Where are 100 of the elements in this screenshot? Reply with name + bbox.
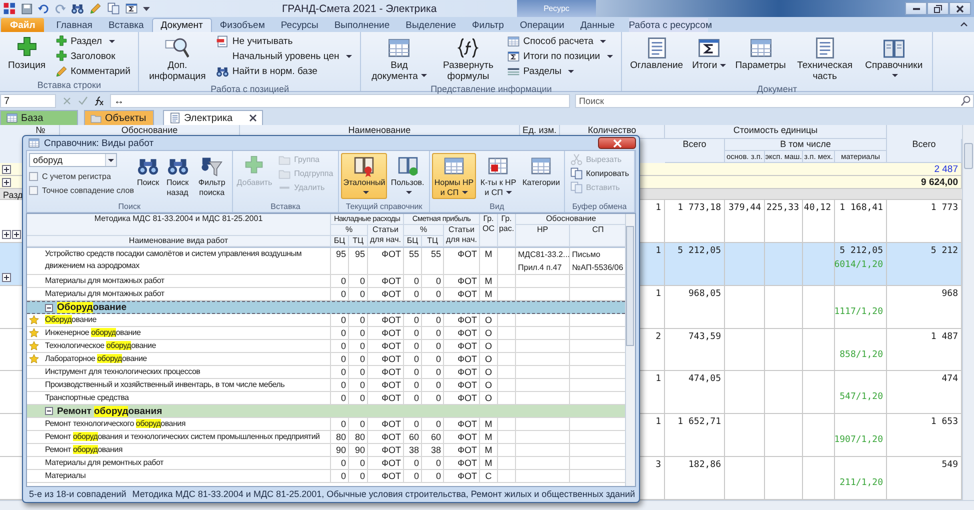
cell-reference-field[interactable]: 7 <box>0 94 56 108</box>
table-cell: 0 <box>360 367 365 377</box>
ribbon-button[interactable]: Вид документа <box>366 34 432 84</box>
table-row[interactable]: Транспортные средства 0 0 ФОТ 0 0 ФОТ О <box>27 392 626 405</box>
ribbon-tab[interactable]: Физобъем <box>212 18 273 32</box>
table-cell: 225,33 <box>766 202 799 214</box>
group-row[interactable]: Оборудование <box>27 301 626 314</box>
table-cell: ФОТ <box>458 354 477 364</box>
ribbon-button[interactable]: Развернуть формулы <box>435 34 502 84</box>
checkbox[interactable] <box>29 172 38 181</box>
restore-button[interactable] <box>927 2 949 15</box>
window-title: ГРАНД-Смета 2021 - Электрика <box>282 2 437 14</box>
ribbon-tab[interactable]: Ресурсы <box>272 18 326 32</box>
ribbon-button[interactable]: Начальный уровень цен <box>213 49 356 63</box>
table-row[interactable]: Производственный и хозяйственный инвентарь, в том числе мебель 0 0 ФОТ 0 0 ФОТ О <box>27 379 626 392</box>
ribbon-button[interactable]: Копировать <box>566 167 632 180</box>
minimize-button[interactable] <box>905 2 927 15</box>
ribbon-button[interactable]: Техническая часть <box>792 34 858 84</box>
ribbon-button[interactable]: Раздел <box>52 34 134 48</box>
ribbon-button[interactable]: Оглавление <box>627 34 686 74</box>
document-tab[interactable]: База <box>0 110 78 125</box>
search-field[interactable]: оборуд <box>29 153 117 167</box>
formula-field[interactable]: ↔ <box>110 94 570 108</box>
table-row[interactable]: Материалы для монтажных работ 0 0 ФОТ 0 0 ФОТ М <box>27 275 626 288</box>
ribbon-button[interactable]: Эталонный <box>341 153 388 199</box>
column-header: Стоимость единицы <box>665 125 887 139</box>
ribbon-button[interactable]: Заголовок <box>52 49 134 63</box>
ribbon-tab[interactable]: Вставка <box>100 18 152 32</box>
ribbon-button[interactable]: Параметры <box>732 34 789 74</box>
table-row[interactable]: Материалы для ремонтных работ 0 0 ФОТ 0 0 ФОТ М <box>27 457 626 470</box>
close-button[interactable] <box>949 2 971 15</box>
table-cell: 40,12 <box>804 202 831 214</box>
ribbon-button[interactable]: Найти в норм. базе <box>213 64 356 78</box>
column-header: % <box>331 225 368 236</box>
ribbon-button[interactable]: Итоги <box>689 34 730 74</box>
table-row[interactable]: Ремонт технологического оборудования 0 0 ФОТ 0 0 ФОТ М <box>27 418 626 431</box>
ribbon-button[interactable]: Способ расчета <box>504 34 616 48</box>
table-row[interactable]: Ремонт оборудования 90 90 ФОТ 38 38 ФОТ М <box>27 444 626 457</box>
close-button[interactable] <box>598 137 636 149</box>
ribbon-button[interactable]: Разделы <box>504 64 616 78</box>
ribbon-tab[interactable]: Выделение <box>398 18 464 32</box>
document-tab[interactable]: Электрика <box>163 110 263 125</box>
table-cell: 60 <box>430 432 441 442</box>
scrollbar[interactable] <box>625 214 635 486</box>
table-cell: 0 <box>360 458 365 468</box>
ribbon-button[interactable]: Комментарий <box>52 64 134 78</box>
ribbon-tab[interactable]: Данные <box>572 18 623 32</box>
table-cell: 0 <box>340 289 346 299</box>
table-row[interactable]: Ремонт оборудования и технологических систем промышленных предприятий 80 80 ФОТ 60 60 ФОТ М <box>27 431 626 444</box>
table-cell: 0 <box>360 354 365 364</box>
ribbon-tab[interactable]: Фильтр <box>464 18 512 32</box>
group-label: Вставка строки <box>36 80 102 91</box>
ribbon-tab[interactable]: Главная <box>48 18 100 32</box>
table-cell: 0 <box>436 289 441 299</box>
table-cell: 0 <box>414 341 419 351</box>
document-tab[interactable]: Объекты <box>84 110 154 125</box>
ribbon-button[interactable]: Не учитывать <box>213 34 356 48</box>
ribbon-button[interactable]: Справочники <box>860 34 927 84</box>
group-label: Поиск <box>117 201 142 212</box>
table-row[interactable]: Материалы 0 0 ФОТ 0 0 ФОТ С <box>27 470 626 483</box>
scrollbar[interactable] <box>962 125 974 500</box>
save-icon <box>20 2 33 14</box>
work-type-name: Материалы для ремонтных работ <box>44 457 164 469</box>
table-cell: 0 <box>360 380 365 390</box>
table-cell: ФОТ <box>382 289 401 299</box>
ribbon-button[interactable]: Доп. информация <box>144 34 210 84</box>
checkbox[interactable] <box>29 186 38 195</box>
table-cell: 0 <box>360 276 365 286</box>
ribbon-tab[interactable]: Выполнение <box>326 18 398 32</box>
column-header: БЦ <box>331 236 349 247</box>
table-row[interactable]: Материалы для монтажных работ 0 0 ФОТ 0 0 ФОТ М <box>27 288 626 301</box>
table-row[interactable]: Лабораторное оборудование 0 0 ФОТ 0 0 ФОТ О <box>27 353 626 366</box>
ribbon-button[interactable]: Позиция <box>5 34 49 74</box>
table-cell: ФОТ <box>458 380 477 390</box>
search-field[interactable]: Поиск <box>575 94 974 108</box>
ribbon-button[interactable]: Итоги по позиции <box>504 49 616 63</box>
table-row[interactable]: Устройство средств посадки самолётов и систем управления воздушным движением на аэродромах 95 95 ФОТ 55 55 ФОТ М МДС81-33.2... Прил.4 п.47 Письмо №АП-5536/06 <box>27 248 626 275</box>
ribbon-button[interactable]: Нормы НР и СП <box>432 153 476 199</box>
ribbon-button[interactable]: Пользов. <box>388 153 427 199</box>
ribbon-button[interactable]: К-ты к НР и СП <box>477 153 520 199</box>
work-type-name: Инструмент для технологических процессов <box>44 366 200 378</box>
ribbon-button[interactable]: Поиск назад <box>162 153 193 199</box>
ribbon-button[interactable]: Поиск <box>134 153 162 190</box>
table-cell: 0 <box>436 393 441 403</box>
table-cell: Письмо №АП-5536/06 <box>572 250 624 272</box>
cancel-icon <box>62 96 72 106</box>
table-icon <box>530 155 552 177</box>
ribbon-button[interactable]: Категории <box>520 153 562 190</box>
table-row[interactable]: Инженерное оборудование 0 0 ФОТ 0 0 ФОТ О <box>27 327 626 340</box>
filter-icon <box>200 155 223 177</box>
table-cell: ФОТ <box>458 276 477 286</box>
table-cell: С <box>485 471 492 481</box>
ribbon-button[interactable]: Фильтр поиска <box>194 153 230 199</box>
coefficient-note: 211/1,20 <box>840 477 883 490</box>
table-cell: ФОТ <box>382 471 401 481</box>
table-cell: 474,05 <box>688 373 721 386</box>
ribbon-tab[interactable]: Документ <box>152 18 212 32</box>
table-row[interactable]: Инструмент для технологических процессов 0 0 ФОТ 0 0 ФОТ О <box>27 366 626 379</box>
ribbon-tab[interactable]: Операции <box>512 18 572 32</box>
table-cell: ФОТ <box>458 432 477 442</box>
